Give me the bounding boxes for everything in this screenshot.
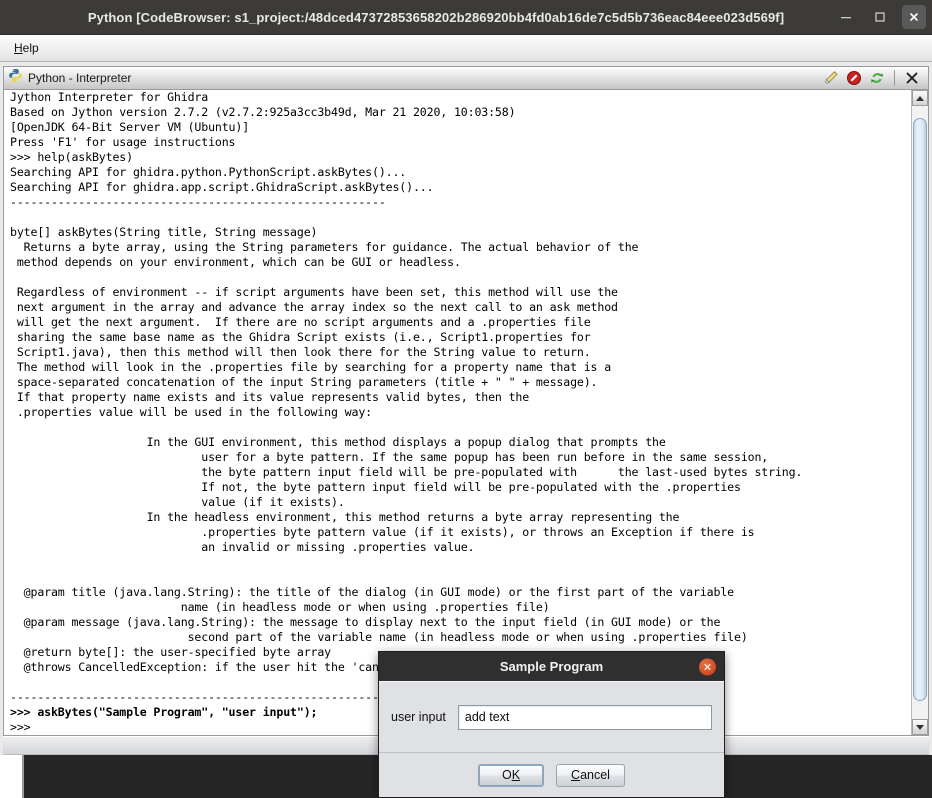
menu-item-help[interactable]: Help [8, 38, 45, 58]
minimize-icon[interactable] [834, 5, 858, 29]
scrollbar-thumb[interactable] [913, 118, 927, 701]
dialog-title: Sample Program [499, 659, 604, 674]
user-input-label: user input [391, 710, 446, 724]
scroll-down-icon[interactable] [912, 719, 928, 735]
console-history: Jython Interpreter for Ghidra Based on J… [10, 90, 803, 704]
interpreter-output[interactable]: Jython Interpreter for Ghidra Based on J… [4, 90, 911, 735]
panel-header: Python - Interpreter [4, 67, 928, 90]
menu-bar: Help [0, 35, 932, 62]
panel-toolbar [823, 70, 926, 86]
user-input-field[interactable] [457, 704, 712, 730]
highlight-pencil-icon[interactable] [823, 70, 839, 86]
dialog-close-icon[interactable] [699, 658, 716, 675]
console-area: Jython Interpreter for Ghidra Based on J… [4, 90, 928, 735]
console-prompt-command: >>> askBytes("Sample Program", "user inp… [10, 705, 318, 719]
console-text-block: Jython Interpreter for Ghidra Based on J… [10, 90, 911, 735]
cancel-button[interactable]: Cancel [556, 763, 625, 787]
close-window-icon[interactable] [902, 5, 926, 29]
dialog-titlebar[interactable]: Sample Program [379, 652, 724, 681]
panel-title: Python - Interpreter [28, 71, 132, 85]
dialog-footer: OK Cancel [379, 752, 724, 797]
maximize-icon[interactable] [868, 5, 892, 29]
cancel-stop-icon[interactable] [846, 70, 862, 86]
window-titlebar[interactable]: Python [CodeBrowser: s1_project:/48dced4… [0, 0, 932, 35]
toolbar-separator [894, 70, 895, 86]
window-title: Python [CodeBrowser: s1_project:/48dced4… [87, 9, 785, 25]
scroll-up-icon[interactable] [912, 90, 928, 106]
dialog-body: user input [379, 681, 724, 752]
scrollbar-track[interactable] [912, 106, 928, 719]
vertical-scrollbar[interactable] [911, 90, 928, 735]
python-logo-icon [8, 68, 23, 88]
application-window: Python [CodeBrowser: s1_project:/48dced4… [0, 0, 932, 755]
ok-button[interactable]: OK [478, 763, 545, 787]
screen-root: Python [CodeBrowser: s1_project:/48dced4… [0, 0, 932, 798]
sample-program-dialog: Sample Program user input OK Cancel [378, 651, 725, 798]
window-controls [834, 0, 926, 34]
python-interpreter-panel: Python - Interpreter Jython Interpreter … [3, 66, 929, 736]
close-panel-icon[interactable] [904, 70, 920, 86]
console-prompt-empty: >>> [10, 720, 31, 734]
refresh-reset-icon[interactable] [869, 70, 885, 86]
